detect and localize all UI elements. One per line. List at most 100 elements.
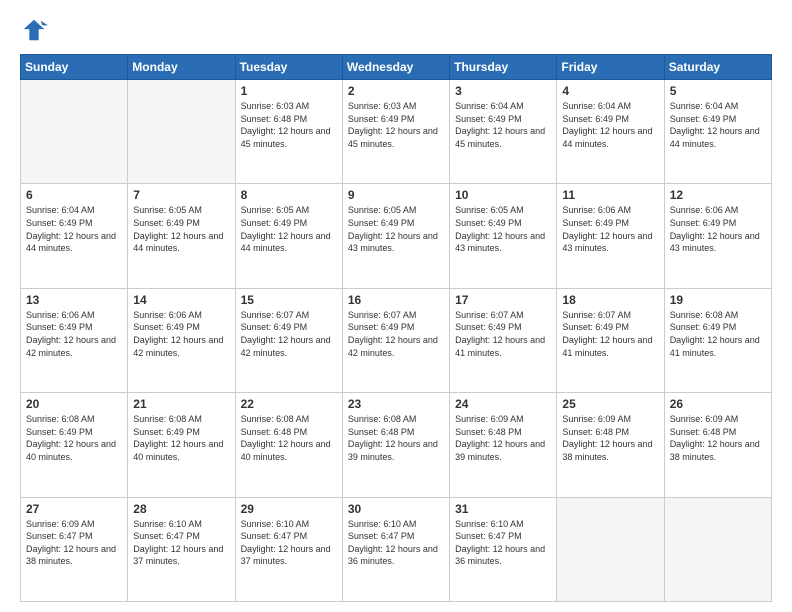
day-number: 7 bbox=[133, 188, 229, 202]
calendar-cell bbox=[21, 80, 128, 184]
day-number: 27 bbox=[26, 502, 122, 516]
day-info: Sunrise: 6:08 AM Sunset: 6:49 PM Dayligh… bbox=[26, 413, 122, 463]
day-info: Sunrise: 6:06 AM Sunset: 6:49 PM Dayligh… bbox=[670, 204, 766, 254]
day-info: Sunrise: 6:05 AM Sunset: 6:49 PM Dayligh… bbox=[133, 204, 229, 254]
calendar-cell: 10 Sunrise: 6:05 AM Sunset: 6:49 PM Dayli… bbox=[450, 184, 557, 288]
calendar-cell: 5 Sunrise: 6:04 AM Sunset: 6:49 PM Daylig… bbox=[664, 80, 771, 184]
calendar-cell: 6 Sunrise: 6:04 AM Sunset: 6:49 PM Daylig… bbox=[21, 184, 128, 288]
calendar-cell bbox=[128, 80, 235, 184]
day-info: Sunrise: 6:08 AM Sunset: 6:49 PM Dayligh… bbox=[670, 309, 766, 359]
day-info: Sunrise: 6:06 AM Sunset: 6:49 PM Dayligh… bbox=[562, 204, 658, 254]
calendar-cell: 24Sunrise: 6:09 AM Sunset: 6:48 PM Dayli… bbox=[450, 393, 557, 497]
calendar-cell: 8 Sunrise: 6:05 AM Sunset: 6:49 PM Daylig… bbox=[235, 184, 342, 288]
day-number: 30 bbox=[348, 502, 444, 516]
day-number: 2 bbox=[348, 84, 444, 98]
day-number: 17 bbox=[455, 293, 551, 307]
day-number: 28 bbox=[133, 502, 229, 516]
calendar-cell: 30 Sunrise: 6:10 AM Sunset: 6:47 PM Dayli… bbox=[342, 497, 449, 601]
day-info: Sunrise: 6:04 AM Sunset: 6:49 PM Dayligh… bbox=[26, 204, 122, 254]
day-number: 8 bbox=[241, 188, 337, 202]
day-number: 19 bbox=[670, 293, 766, 307]
day-number: 18 bbox=[562, 293, 658, 307]
day-info: Sunrise: 6:08 AM Sunset: 6:49 PM Dayligh… bbox=[133, 413, 229, 463]
day-number: 12 bbox=[670, 188, 766, 202]
calendar-week-row: 13 Sunrise: 6:06 AM Sunset: 6:49 PM Dayli… bbox=[21, 288, 772, 392]
calendar-header-row: SundayMondayTuesdayWednesdayThursdayFrid… bbox=[21, 55, 772, 80]
header bbox=[20, 16, 772, 44]
day-number: 14 bbox=[133, 293, 229, 307]
weekday-header: Monday bbox=[128, 55, 235, 80]
day-info: Sunrise: 6:03 AM Sunset: 6:49 PM Dayligh… bbox=[348, 100, 444, 150]
calendar-cell: 4 Sunrise: 6:04 AM Sunset: 6:49 PM Daylig… bbox=[557, 80, 664, 184]
day-number: 9 bbox=[348, 188, 444, 202]
calendar-cell: 29 Sunrise: 6:10 AM Sunset: 6:47 PM Dayli… bbox=[235, 497, 342, 601]
calendar-cell: 3Sunrise: 6:04 AM Sunset: 6:49 PM Daylig… bbox=[450, 80, 557, 184]
day-number: 5 bbox=[670, 84, 766, 98]
calendar-week-row: 6 Sunrise: 6:04 AM Sunset: 6:49 PM Daylig… bbox=[21, 184, 772, 288]
calendar-cell: 7 Sunrise: 6:05 AM Sunset: 6:49 PM Daylig… bbox=[128, 184, 235, 288]
logo bbox=[20, 16, 52, 44]
day-number: 22 bbox=[241, 397, 337, 411]
calendar-cell: 16 Sunrise: 6:07 AM Sunset: 6:49 PM Dayli… bbox=[342, 288, 449, 392]
calendar-cell: 1Sunrise: 6:03 AM Sunset: 6:48 PM Daylig… bbox=[235, 80, 342, 184]
calendar-cell bbox=[664, 497, 771, 601]
calendar-cell: 25 Sunrise: 6:09 AM Sunset: 6:48 PM Dayli… bbox=[557, 393, 664, 497]
day-info: Sunrise: 6:04 AM Sunset: 6:49 PM Dayligh… bbox=[455, 100, 551, 150]
page: SundayMondayTuesdayWednesdayThursdayFrid… bbox=[0, 0, 792, 612]
weekday-header: Friday bbox=[557, 55, 664, 80]
day-info: Sunrise: 6:04 AM Sunset: 6:49 PM Dayligh… bbox=[562, 100, 658, 150]
day-number: 16 bbox=[348, 293, 444, 307]
day-info: Sunrise: 6:07 AM Sunset: 6:49 PM Dayligh… bbox=[241, 309, 337, 359]
day-number: 10 bbox=[455, 188, 551, 202]
day-info: Sunrise: 6:10 AM Sunset: 6:47 PM Dayligh… bbox=[455, 518, 551, 568]
calendar-cell: 21 Sunrise: 6:08 AM Sunset: 6:49 PM Dayli… bbox=[128, 393, 235, 497]
weekday-header: Thursday bbox=[450, 55, 557, 80]
calendar-cell: 31Sunrise: 6:10 AM Sunset: 6:47 PM Dayli… bbox=[450, 497, 557, 601]
calendar-cell: 11Sunrise: 6:06 AM Sunset: 6:49 PM Dayli… bbox=[557, 184, 664, 288]
day-number: 1 bbox=[241, 84, 337, 98]
calendar-cell: 20Sunrise: 6:08 AM Sunset: 6:49 PM Dayli… bbox=[21, 393, 128, 497]
calendar-cell: 2 Sunrise: 6:03 AM Sunset: 6:49 PM Daylig… bbox=[342, 80, 449, 184]
day-info: Sunrise: 6:04 AM Sunset: 6:49 PM Dayligh… bbox=[670, 100, 766, 150]
weekday-header: Wednesday bbox=[342, 55, 449, 80]
calendar-cell: 13Sunrise: 6:06 AM Sunset: 6:49 PM Dayli… bbox=[21, 288, 128, 392]
calendar-cell: 9 Sunrise: 6:05 AM Sunset: 6:49 PM Daylig… bbox=[342, 184, 449, 288]
day-info: Sunrise: 6:10 AM Sunset: 6:47 PM Dayligh… bbox=[348, 518, 444, 568]
day-info: Sunrise: 6:07 AM Sunset: 6:49 PM Dayligh… bbox=[562, 309, 658, 359]
day-number: 29 bbox=[241, 502, 337, 516]
calendar-cell: 28 Sunrise: 6:10 AM Sunset: 6:47 PM Dayli… bbox=[128, 497, 235, 601]
day-info: Sunrise: 6:09 AM Sunset: 6:48 PM Dayligh… bbox=[562, 413, 658, 463]
day-info: Sunrise: 6:09 AM Sunset: 6:48 PM Dayligh… bbox=[670, 413, 766, 463]
day-number: 21 bbox=[133, 397, 229, 411]
day-number: 15 bbox=[241, 293, 337, 307]
calendar-cell: 23 Sunrise: 6:08 AM Sunset: 6:48 PM Dayli… bbox=[342, 393, 449, 497]
calendar-cell: 12 Sunrise: 6:06 AM Sunset: 6:49 PM Dayli… bbox=[664, 184, 771, 288]
day-info: Sunrise: 6:10 AM Sunset: 6:47 PM Dayligh… bbox=[133, 518, 229, 568]
calendar-cell: 19 Sunrise: 6:08 AM Sunset: 6:49 PM Dayli… bbox=[664, 288, 771, 392]
day-number: 24 bbox=[455, 397, 551, 411]
day-number: 23 bbox=[348, 397, 444, 411]
day-info: Sunrise: 6:06 AM Sunset: 6:49 PM Dayligh… bbox=[133, 309, 229, 359]
day-number: 26 bbox=[670, 397, 766, 411]
day-info: Sunrise: 6:08 AM Sunset: 6:48 PM Dayligh… bbox=[348, 413, 444, 463]
day-info: Sunrise: 6:10 AM Sunset: 6:47 PM Dayligh… bbox=[241, 518, 337, 568]
calendar-week-row: 20Sunrise: 6:08 AM Sunset: 6:49 PM Dayli… bbox=[21, 393, 772, 497]
day-info: Sunrise: 6:05 AM Sunset: 6:49 PM Dayligh… bbox=[241, 204, 337, 254]
day-number: 13 bbox=[26, 293, 122, 307]
calendar-cell: 22Sunrise: 6:08 AM Sunset: 6:48 PM Dayli… bbox=[235, 393, 342, 497]
day-number: 6 bbox=[26, 188, 122, 202]
day-info: Sunrise: 6:05 AM Sunset: 6:49 PM Dayligh… bbox=[348, 204, 444, 254]
logo-icon bbox=[20, 16, 48, 44]
day-info: Sunrise: 6:07 AM Sunset: 6:49 PM Dayligh… bbox=[348, 309, 444, 359]
calendar-week-row: 1Sunrise: 6:03 AM Sunset: 6:48 PM Daylig… bbox=[21, 80, 772, 184]
day-number: 4 bbox=[562, 84, 658, 98]
weekday-header: Tuesday bbox=[235, 55, 342, 80]
day-info: Sunrise: 6:05 AM Sunset: 6:49 PM Dayligh… bbox=[455, 204, 551, 254]
calendar-cell: 18 Sunrise: 6:07 AM Sunset: 6:49 PM Dayli… bbox=[557, 288, 664, 392]
calendar-week-row: 27 Sunrise: 6:09 AM Sunset: 6:47 PM Dayli… bbox=[21, 497, 772, 601]
calendar-cell: 17Sunrise: 6:07 AM Sunset: 6:49 PM Dayli… bbox=[450, 288, 557, 392]
day-info: Sunrise: 6:09 AM Sunset: 6:47 PM Dayligh… bbox=[26, 518, 122, 568]
calendar-cell: 26 Sunrise: 6:09 AM Sunset: 6:48 PM Dayli… bbox=[664, 393, 771, 497]
day-number: 25 bbox=[562, 397, 658, 411]
calendar-cell bbox=[557, 497, 664, 601]
